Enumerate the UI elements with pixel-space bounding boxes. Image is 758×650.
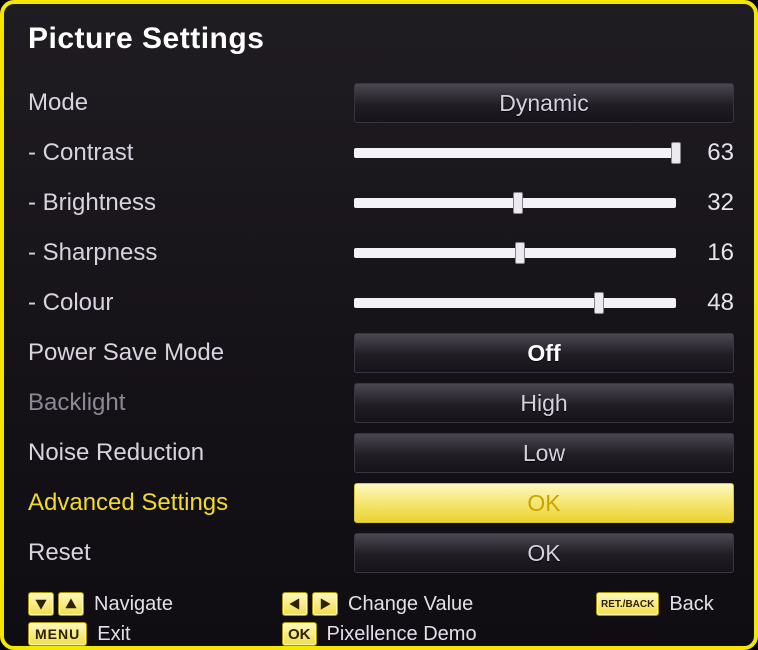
footer-hints: Navigate Change Value RET./BACK Back MEN… — [24, 584, 734, 650]
hint-change: Change Value — [282, 592, 562, 616]
label-sharpness: - Sharpness — [24, 239, 354, 267]
value-mode[interactable]: Dynamic — [354, 83, 734, 123]
label-brightness: - Brightness — [24, 189, 354, 217]
hint-navigate: Navigate — [28, 592, 248, 616]
hint-navigate-label: Navigate — [94, 593, 173, 616]
row-backlight[interactable]: Backlight High — [24, 380, 734, 426]
label-noise: Noise Reduction — [24, 439, 354, 467]
hint-pixdemo: OK Pixellence Demo — [282, 622, 562, 646]
row-noise[interactable]: Noise Reduction Low — [24, 430, 734, 476]
ret-back-button-icon: RET./BACK — [596, 592, 659, 616]
label-mode: Mode — [24, 89, 354, 117]
label-powersave: Power Save Mode — [24, 339, 354, 367]
ok-button-icon: OK — [282, 622, 317, 646]
value-sharpness: 16 — [690, 239, 734, 267]
hint-exit-label: Exit — [97, 623, 130, 646]
row-powersave[interactable]: Power Save Mode Off — [24, 330, 734, 376]
value-powersave[interactable]: Off — [354, 333, 734, 373]
label-backlight: Backlight — [24, 389, 354, 417]
label-colour: - Colour — [24, 289, 354, 317]
label-contrast: - Contrast — [24, 139, 354, 167]
row-mode[interactable]: Mode Dynamic — [24, 80, 734, 126]
hint-change-label: Change Value — [348, 593, 473, 616]
row-advanced[interactable]: Advanced Settings OK — [24, 480, 734, 526]
slider-colour[interactable] — [354, 295, 676, 311]
value-noise[interactable]: Low — [354, 433, 734, 473]
value-advanced[interactable]: OK — [354, 483, 734, 523]
arrow-right-icon — [312, 592, 338, 616]
row-colour[interactable]: - Colour 48 — [24, 280, 734, 326]
arrow-down-icon — [28, 592, 54, 616]
settings-dialog: Picture Settings Mode Dynamic - Contrast… — [0, 0, 758, 650]
row-sharpness[interactable]: - Sharpness 16 — [24, 230, 734, 276]
value-backlight[interactable]: High — [354, 383, 734, 423]
label-advanced: Advanced Settings — [24, 489, 354, 517]
hint-exit: MENU Exit — [28, 622, 248, 646]
settings-list: Mode Dynamic - Contrast 63 - Brightness — [24, 70, 734, 584]
hint-back: RET./BACK Back — [596, 592, 714, 616]
value-brightness: 32 — [690, 189, 734, 217]
dialog-title: Picture Settings — [24, 16, 734, 70]
row-contrast[interactable]: - Contrast 63 — [24, 130, 734, 176]
slider-sharpness[interactable] — [354, 245, 676, 261]
arrow-left-icon — [282, 592, 308, 616]
row-reset[interactable]: Reset OK — [24, 530, 734, 576]
hint-back-label: Back — [669, 593, 713, 616]
menu-button-icon: MENU — [28, 622, 87, 646]
label-reset: Reset — [24, 539, 354, 567]
hint-pixdemo-label: Pixellence Demo — [327, 623, 477, 646]
slider-brightness[interactable] — [354, 195, 676, 211]
arrow-up-icon — [58, 592, 84, 616]
value-contrast: 63 — [690, 139, 734, 167]
row-brightness[interactable]: - Brightness 32 — [24, 180, 734, 226]
slider-contrast[interactable] — [354, 145, 676, 161]
value-reset[interactable]: OK — [354, 533, 734, 573]
value-colour: 48 — [690, 289, 734, 317]
